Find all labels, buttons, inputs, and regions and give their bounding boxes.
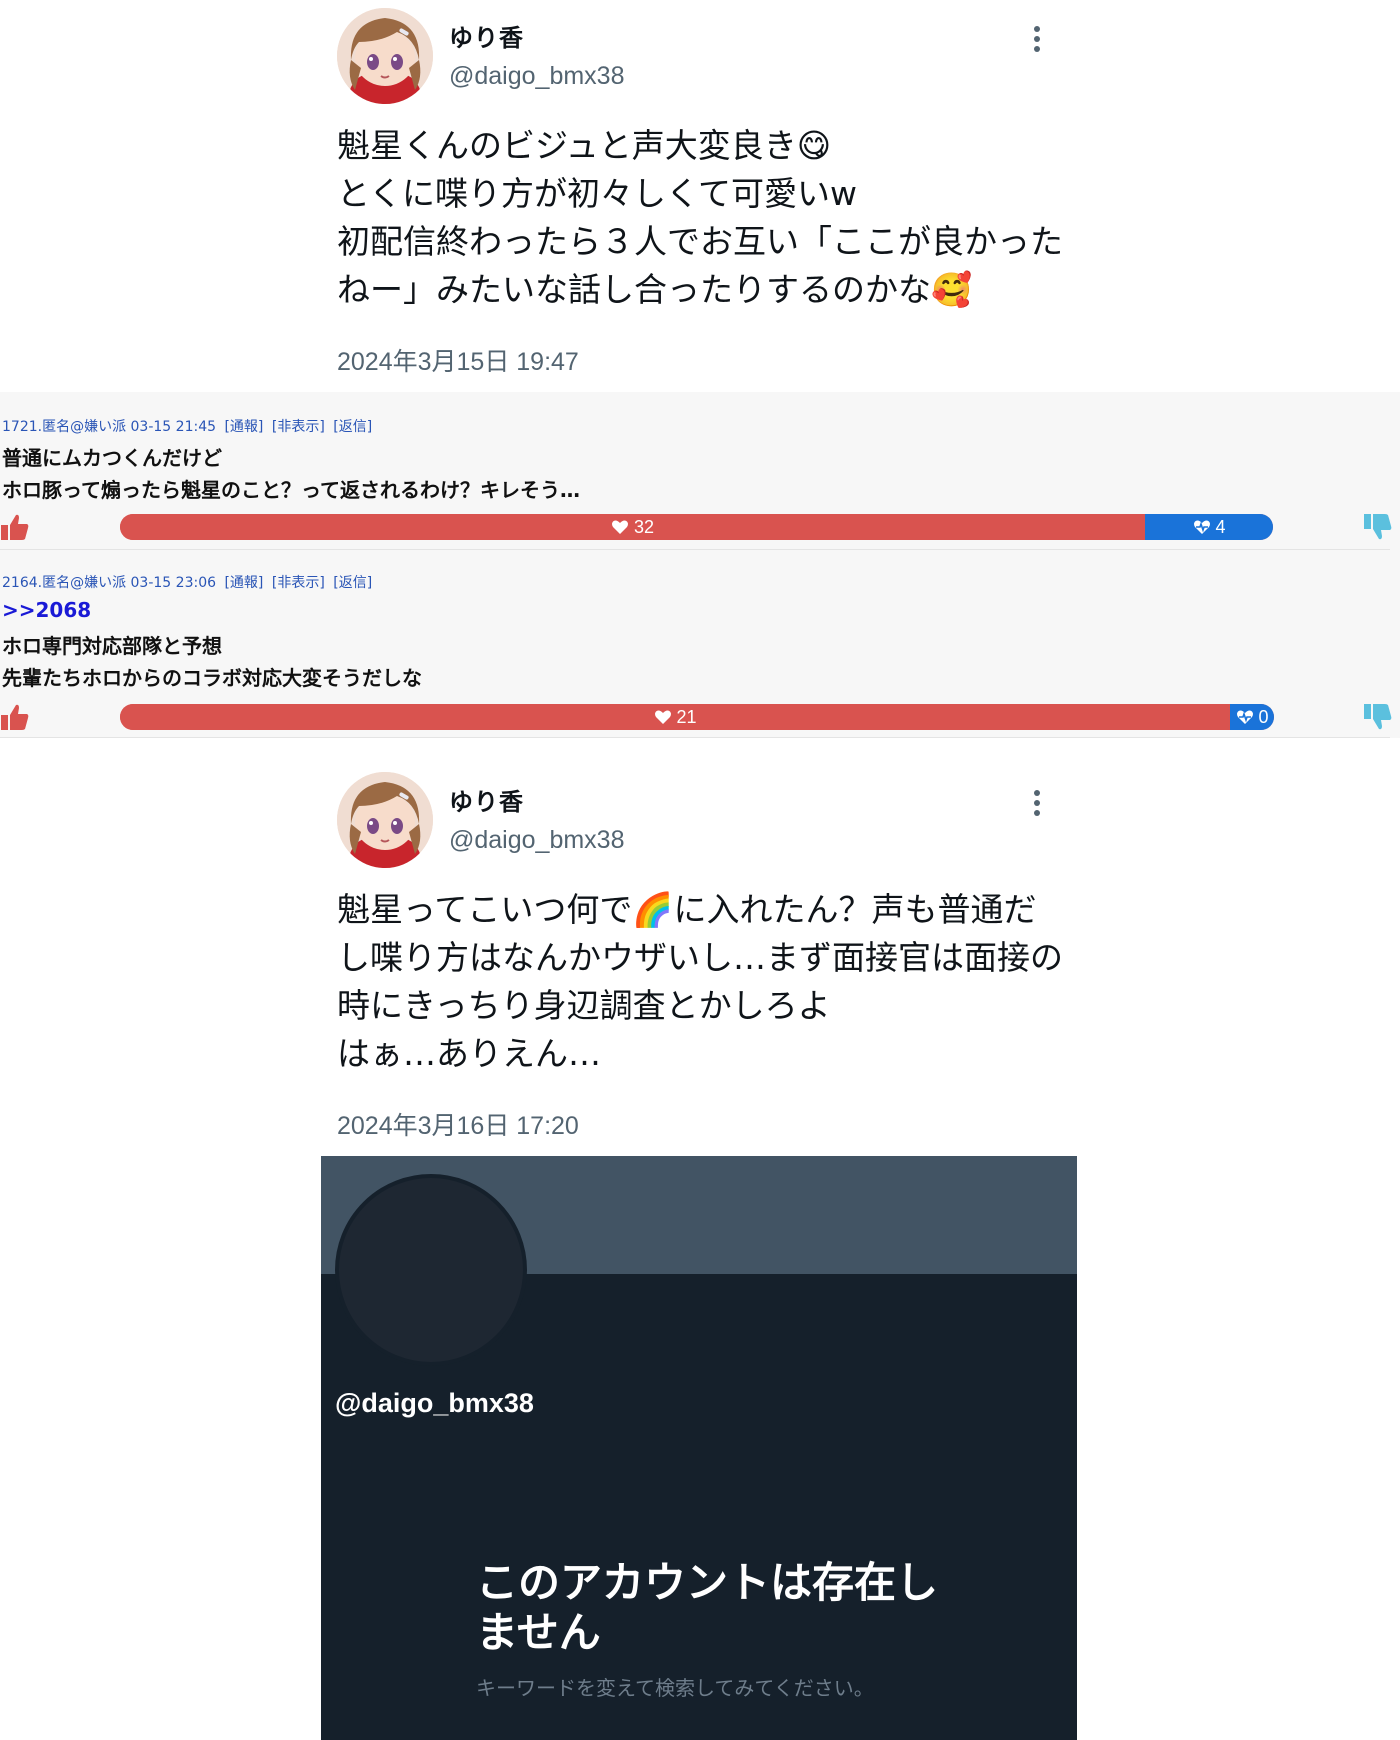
title-line: このアカウントは存在し	[476, 1558, 939, 1607]
comment-body-line: ホロ豚って煽ったら魁星のこと？って返されるわけ？キレそう…	[2, 478, 580, 502]
tweet-text-line: はぁ…ありえん…	[337, 1034, 601, 1073]
search-hint: キーワードを変えて検索してみてください。	[476, 1676, 874, 1700]
thumbs-up-icon[interactable]	[0, 702, 30, 732]
reply-anchor-line: >>2068	[2, 598, 91, 622]
divider	[0, 737, 1390, 738]
reply-link[interactable]: [返信]	[333, 575, 372, 591]
tweet-text-line: 魁星ってこいつ何で🌈に入れたん？声も普通だ	[337, 890, 1037, 929]
comment-header: 1721.匿名@嫌い派 03-15 21:45	[2, 419, 217, 435]
avatar-placeholder	[335, 1174, 527, 1366]
dislike-count-value: 4	[1215, 517, 1226, 537]
vote-row: 32 4	[0, 512, 1400, 542]
tweet-text-line: ねー」みたいな話し合ったりするのかな🥰	[337, 270, 973, 309]
deleted-handle: @daigo_bmx38	[335, 1388, 534, 1418]
comment-meta: 2164.匿名@嫌い派 03-15 23:06 [通報] [非表示] [返信]	[2, 572, 372, 592]
comment-meta: 1721.匿名@嫌い派 03-15 21:45 [通報] [非表示] [返信]	[2, 416, 372, 436]
more-vertical-icon[interactable]	[1027, 26, 1047, 56]
tweet-card: ゆり香 @daigo_bmx38 魁星くんのビジュと声大変良き😋 とくに喋り方が…	[337, 0, 1063, 376]
tweet-text-line: 魁星くんのビジュと声大変良き😋	[337, 126, 832, 165]
hide-link[interactable]: [非表示]	[272, 575, 325, 591]
vote-bar: 32 4	[120, 514, 1273, 540]
comment-body-line: 先輩たちホロからのコラボ対応大変そうだしな	[2, 666, 422, 690]
vote-row: 21 0	[0, 702, 1400, 732]
tweet-text-line: し喋り方はなんかウザいし…まず面接官は面接の	[337, 938, 1063, 977]
hide-link[interactable]: [非表示]	[272, 419, 325, 435]
report-link[interactable]: [通報]	[224, 575, 263, 591]
reply-anchor[interactable]: >>2068	[2, 598, 91, 622]
avatar[interactable]	[337, 8, 433, 104]
deleted-account-card: @daigo_bmx38 このアカウントは存在し ません キーワードを変えて検索…	[321, 1156, 1077, 1740]
tweet-timestamp[interactable]: 2024年3月15日 19:47	[337, 342, 579, 378]
user-handle[interactable]: @daigo_bmx38	[449, 62, 625, 91]
divider	[0, 549, 1390, 550]
avatar[interactable]	[337, 772, 433, 868]
tweet-header: ゆり香 @daigo_bmx38	[337, 0, 1057, 104]
more-vertical-icon[interactable]	[1027, 790, 1047, 820]
like-count: 21	[654, 704, 697, 730]
dislike-count-value: 0	[1258, 707, 1269, 727]
account-not-exist-title: このアカウントは存在し ません	[476, 1558, 976, 1658]
thumbs-down-icon[interactable]	[1363, 702, 1393, 732]
user-handle[interactable]: @daigo_bmx38	[449, 826, 625, 855]
heart-icon	[654, 710, 671, 724]
tweet-timestamp[interactable]: 2024年3月16日 17:20	[337, 1106, 579, 1142]
tweet-header: ゆり香 @daigo_bmx38	[337, 764, 1057, 868]
like-count-value: 21	[676, 707, 697, 727]
heart-icon	[612, 520, 628, 534]
display-name[interactable]: ゆり香	[449, 782, 524, 817]
like-count-value: 32	[634, 517, 655, 537]
dislike-count: 0	[1236, 704, 1269, 730]
tweet-text-line: 初配信終わったら３人でお互い「ここが良かった	[337, 222, 1063, 261]
comment-header: 2164.匿名@嫌い派 03-15 23:06	[2, 575, 217, 591]
tweet-text: 魁星くんのビジュと声大変良き😋 とくに喋り方が初々しくて可愛いw 初配信終わった…	[337, 122, 1077, 314]
vote-bar: 21 0	[120, 704, 1274, 730]
heart-broken-icon	[1193, 520, 1210, 534]
tweet-card: ゆり香 @daigo_bmx38 魁星ってこいつ何で🌈に入れたん？声も普通だ し…	[337, 764, 1063, 1140]
tweet-text: 魁星ってこいつ何で🌈に入れたん？声も普通だ し喋り方はなんかウザいし…まず面接官…	[337, 886, 1077, 1078]
dislike-count: 4	[1193, 514, 1226, 540]
report-link[interactable]: [通報]	[224, 419, 263, 435]
heart-broken-icon	[1236, 710, 1253, 724]
like-count: 32	[611, 514, 654, 540]
tweet-text-line: とくに喋り方が初々しくて可愛いw	[337, 174, 858, 213]
reply-link[interactable]: [返信]	[333, 419, 372, 435]
thumbs-down-icon[interactable]	[1363, 512, 1393, 542]
display-name[interactable]: ゆり香	[449, 18, 524, 53]
thumbs-up-icon[interactable]	[0, 512, 30, 542]
tweet-text-line: 時にきっちり身辺調査とかしろよ	[337, 986, 831, 1025]
comment-body-line: ホロ専門対応部隊と予想	[2, 634, 222, 658]
title-line: ません	[476, 1608, 601, 1657]
comment-body-line: 普通にムカつくんだけど	[2, 446, 222, 470]
